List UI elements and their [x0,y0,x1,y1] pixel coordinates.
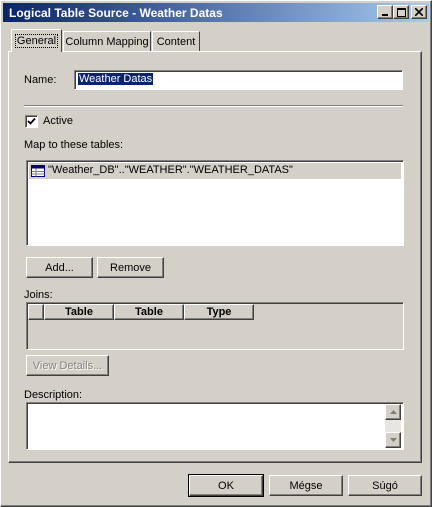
title-bar[interactable]: Logical Table Source - Weather Datas [3,3,429,22]
map-tables-label: Map to these tables: [24,139,124,151]
scroll-down-button[interactable] [385,432,401,448]
minimize-icon [382,14,388,16]
tab-label: General [14,34,59,48]
active-label: Active [43,115,73,127]
maximize-icon [396,7,406,17]
joins-table[interactable]: Table Table Type [26,302,404,350]
joins-column-header[interactable]: Table [114,304,184,320]
joins-column-header[interactable]: Type [184,304,254,320]
description-field[interactable] [26,402,404,450]
add-button[interactable]: Add... [26,257,93,278]
description-label: Description: [24,389,83,401]
general-panel: Name: Weather Datas Active Map to these … [8,51,422,463]
cancel-button-label: Mégse [289,479,323,492]
help-button[interactable]: Súgó [348,475,422,496]
minimize-button[interactable] [377,5,393,19]
name-label: Name: [24,74,57,86]
view-details-button[interactable]: View Details... [26,355,109,376]
cancel-button[interactable]: Mégse [269,475,343,496]
joins-corner-header [28,304,44,320]
remove-button-label: Remove [110,261,151,274]
name-field[interactable]: Weather Datas [74,70,403,90]
tab-label: Content [156,35,196,48]
arrow-up-icon [389,410,397,414]
tab-label: Column Mapping [65,35,149,48]
help-button-label: Súgó [372,479,398,492]
scroll-up-button[interactable] [385,404,401,420]
window-title: Logical Table Source - Weather Datas [9,6,223,20]
tab-content[interactable]: Content [152,31,200,51]
tab-general[interactable]: General [11,29,62,52]
description-scrollbar[interactable] [385,404,401,448]
add-button-label: Add... [45,261,74,274]
ok-button[interactable]: OK [188,474,264,497]
view-details-label: View Details... [32,359,103,372]
joins-label: Joins: [24,289,53,301]
joins-column-header[interactable]: Table [44,304,114,320]
arrow-down-icon [389,438,397,442]
checkmark-icon [27,117,36,125]
maximize-button[interactable] [393,5,409,19]
divider [24,105,403,107]
close-button[interactable] [411,5,427,19]
table-icon [31,165,45,177]
list-item[interactable]: "Weather_DB".."WEATHER"."WEATHER_DATAS" [29,163,401,179]
mapped-tables-list[interactable]: "Weather_DB".."WEATHER"."WEATHER_DATAS" [26,160,404,246]
close-icon [415,8,423,16]
remove-button[interactable]: Remove [97,257,164,278]
active-checkbox[interactable] [25,115,38,128]
tab-column-mapping[interactable]: Column Mapping [63,31,151,51]
table-name: "Weather_DB".."WEATHER"."WEATHER_DATAS" [48,164,293,176]
name-value: Weather Datas [78,73,154,85]
ok-button-label: OK [218,479,234,492]
